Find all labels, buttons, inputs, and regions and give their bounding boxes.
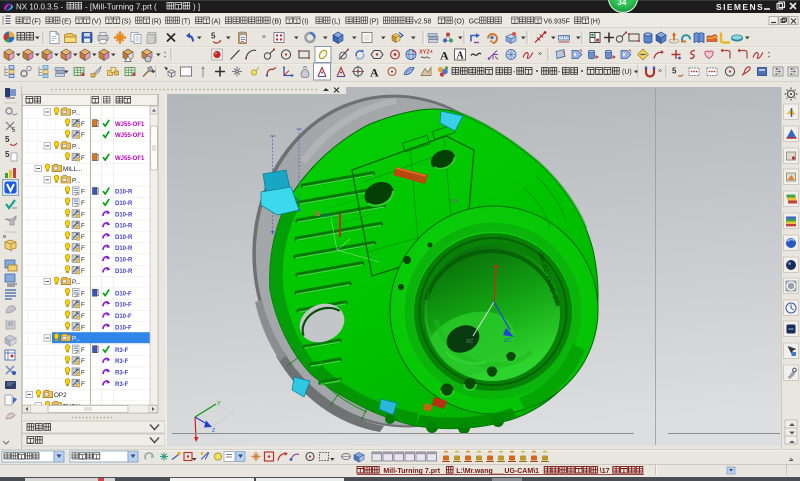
svg-text:D10-R: D10-R <box>115 201 133 207</box>
svg-text:YM: YM <box>450 199 459 205</box>
svg-text:5: 5 <box>5 150 10 159</box>
svg-text:F: F <box>81 313 85 320</box>
svg-text:F: F <box>81 200 85 207</box>
svg-text:D10-R: D10-R <box>115 258 133 264</box>
svg-text:D10-F: D10-F <box>115 303 132 309</box>
svg-text:ZC: ZC <box>504 338 511 344</box>
svg-text:WJ55-OF1: WJ55-OF1 <box>115 122 145 128</box>
svg-text:GC: GC <box>469 19 480 26</box>
svg-text:P...: P... <box>72 110 81 117</box>
svg-text:F: F <box>81 324 85 331</box>
svg-text:(T): (T) <box>181 19 190 26</box>
svg-text:D10-R: D10-R <box>115 224 133 230</box>
svg-text:F: F <box>81 302 85 309</box>
svg-text:F: F <box>81 155 85 162</box>
svg-text:R3-F: R3-F <box>115 348 129 354</box>
svg-text:F: F <box>81 132 85 139</box>
svg-text:»: » <box>538 51 542 58</box>
svg-text:V6.935F: V6.935F <box>544 19 570 26</box>
svg-text:(U): (U) <box>622 69 632 76</box>
svg-text:NX 10.0.3.5 -: NX 10.0.3.5 - <box>16 3 63 12</box>
svg-text:F: F <box>81 211 85 218</box>
svg-text:A: A <box>457 51 465 62</box>
svg-text:WJ55-OF1: WJ55-OF1 <box>115 133 145 139</box>
svg-text:»: » <box>262 34 266 41</box>
svg-text:D10-R: D10-R <box>115 269 133 275</box>
svg-text:XYZ+: XYZ+ <box>419 50 433 56</box>
svg-text:(I): (I) <box>302 19 309 26</box>
svg-text:D10-R: D10-R <box>115 190 133 196</box>
svg-text:P...: P... <box>72 144 81 151</box>
svg-text:ZM: ZM <box>322 213 330 219</box>
svg-text:) ]: ) ] <box>193 3 200 12</box>
svg-text:OP2: OP2 <box>54 392 67 399</box>
svg-text:(R): (R) <box>152 19 162 26</box>
svg-text:P...: P... <box>72 279 81 286</box>
svg-text:F: F <box>81 268 85 275</box>
svg-text:(S): (S) <box>122 19 131 26</box>
svg-text:F: F <box>81 121 85 128</box>
svg-text:A: A <box>370 66 379 80</box>
svg-text:D10-F: D10-F <box>115 325 132 331</box>
svg-text:(O): (O) <box>454 19 464 26</box>
svg-text:L:\Mr.wang___UG-CAM\1: L:\Mr.wang___UG-CAM\1 <box>456 468 539 475</box>
svg-text:(F): (F) <box>32 19 41 26</box>
svg-text:F: F <box>81 290 85 297</box>
svg-text:R3-F: R3-F <box>115 371 129 377</box>
svg-text:D10-F: D10-F <box>115 291 132 297</box>
svg-text:\17: \17 <box>600 468 610 475</box>
svg-text:(E): (E) <box>62 19 71 26</box>
svg-text:(H): (H) <box>590 19 600 26</box>
svg-text:(B): (B) <box>272 19 281 26</box>
svg-text:F: F <box>81 234 85 241</box>
svg-text:D10-F: D10-F <box>115 314 132 320</box>
svg-text:R3-F: R3-F <box>115 359 129 365</box>
svg-text:P...: P... <box>72 177 81 184</box>
svg-text:5: 5 <box>672 67 677 76</box>
svg-text:D10-R: D10-R <box>115 212 133 218</box>
svg-text:5: 5 <box>211 32 216 41</box>
svg-text:F: F <box>81 245 85 252</box>
svg-text:F: F <box>81 189 85 196</box>
svg-text:WJ55-OF1: WJ55-OF1 <box>115 156 145 162</box>
svg-text:D10-R: D10-R <box>115 246 133 252</box>
svg-text:F: F <box>81 347 85 354</box>
svg-text:F: F <box>81 370 85 377</box>
svg-text:F: F <box>81 381 85 388</box>
svg-text:(P): (P) <box>369 19 378 26</box>
svg-text:XC: XC <box>466 339 474 345</box>
svg-text:Y: Y <box>217 401 221 407</box>
svg-text:P...: P... <box>72 336 81 343</box>
svg-text:- [Mill-Turning 7.prt (: - [Mill-Turning 7.prt ( <box>85 3 157 12</box>
svg-text:R3-F: R3-F <box>115 382 129 388</box>
svg-text:MILL...: MILL... <box>63 166 82 173</box>
svg-text:5: 5 <box>5 135 10 144</box>
svg-text:F: F <box>81 223 85 230</box>
svg-text:v2.58: v2.58 <box>414 19 431 26</box>
svg-text:D10-R: D10-R <box>115 235 133 241</box>
svg-text:F: F <box>81 257 85 264</box>
svg-text:Mill-Turning 7.prt: Mill-Turning 7.prt <box>383 468 440 475</box>
svg-text:F: F <box>81 358 85 365</box>
svg-text:SIEMENS: SIEMENS <box>716 2 764 12</box>
svg-text:»: » <box>658 68 662 75</box>
svg-text:(A): (A) <box>211 19 220 26</box>
svg-text:(V): (V) <box>92 19 101 26</box>
svg-text:(L): (L) <box>332 19 341 26</box>
svg-text:A: A <box>440 49 449 63</box>
